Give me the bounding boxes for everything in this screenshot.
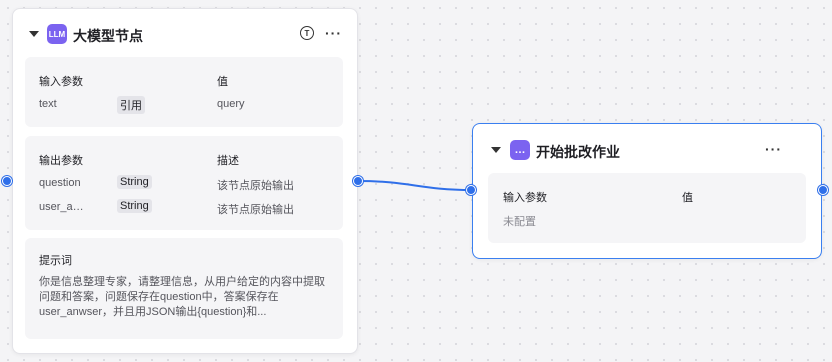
- collapse-caret-icon[interactable]: [29, 31, 39, 37]
- llm-node[interactable]: LLM 大模型节点 T ··· 输入参数 值 text 引用 query 输出参…: [12, 8, 358, 354]
- prompt-panel: 提示词 你是信息整理专家，请整理信息，从用户给定的内容中提取问题和答案，问题保存…: [25, 238, 343, 339]
- input-port[interactable]: [2, 176, 12, 186]
- output-port[interactable]: [818, 185, 828, 195]
- node-title: 大模型节点: [73, 28, 143, 44]
- output-params-panel: 输出参数 描述 question String 该节点原始输出 user_a… …: [25, 136, 343, 230]
- output-port[interactable]: [353, 176, 363, 186]
- output-params-header: 输出参数: [39, 155, 83, 167]
- start-node[interactable]: … 开始批改作业 ··· 输入参数 值 未配置: [472, 123, 822, 259]
- output-desc: 该节点原始输出: [217, 204, 294, 216]
- more-options-icon[interactable]: ···: [765, 142, 782, 156]
- input-port[interactable]: [466, 185, 476, 195]
- output-type-tag: String: [117, 175, 152, 189]
- text-info-icon[interactable]: T: [300, 26, 314, 40]
- chat-bubble-icon: …: [510, 140, 530, 160]
- prompt-header: 提示词: [39, 255, 72, 267]
- not-configured-text: 未配置: [503, 216, 536, 228]
- input-params-header: 输入参数: [503, 192, 547, 204]
- value-header: 值: [217, 76, 228, 88]
- output-name: question: [39, 177, 81, 189]
- more-options-icon[interactable]: ···: [325, 26, 342, 40]
- param-name: text: [39, 98, 57, 110]
- description-header: 描述: [217, 155, 239, 167]
- output-desc: 该节点原始输出: [217, 180, 294, 192]
- start-node-header[interactable]: … 开始批改作业 ···: [473, 124, 821, 172]
- input-params-panel: 输入参数 值 text 引用 query: [25, 57, 343, 127]
- output-type-tag: String: [117, 199, 152, 213]
- llm-node-header[interactable]: LLM 大模型节点 T ···: [13, 9, 357, 57]
- param-value: query: [217, 98, 245, 110]
- llm-icon: LLM: [47, 24, 67, 44]
- node-title: 开始批改作业: [536, 144, 620, 160]
- input-params-panel: 输入参数 值 未配置: [488, 173, 806, 243]
- param-type-tag: 引用: [117, 96, 145, 114]
- collapse-caret-icon[interactable]: [491, 147, 501, 153]
- input-params-header: 输入参数: [39, 76, 83, 88]
- value-header: 值: [682, 192, 693, 204]
- output-name: user_a…: [39, 201, 84, 213]
- prompt-text: 你是信息整理专家，请整理信息，从用户给定的内容中提取问题和答案，问题保存在que…: [39, 276, 325, 318]
